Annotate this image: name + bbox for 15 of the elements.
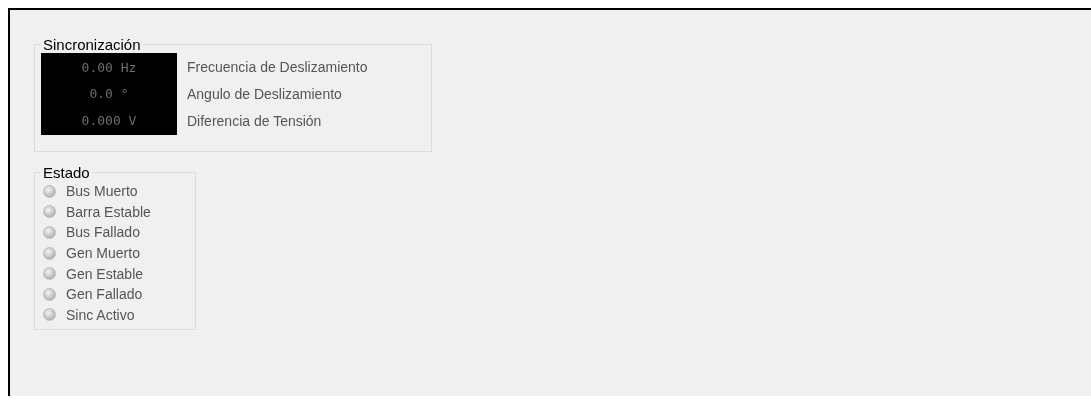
indicator-label: Gen Muerto <box>66 244 140 264</box>
reading-value: 0.00 Hz <box>81 59 137 75</box>
reading-value: 0.0 ° <box>89 86 129 102</box>
indicator-label: Barra Estable <box>66 202 151 222</box>
reading-value: 0.000 V <box>81 113 137 129</box>
reading-label: Diferencia de Tensión <box>187 112 323 132</box>
indicator-label: Bus Fallado <box>66 223 140 243</box>
indicator-label: Gen Estable <box>66 264 144 284</box>
indicator-label: Sinc Activo <box>66 305 135 325</box>
indicator-label: Bus Muerto <box>66 182 138 202</box>
indicator-label: Gen Fallado <box>66 285 143 305</box>
group-title: Estado <box>42 164 91 181</box>
reading-label: Angulo de Deslizamiento <box>187 85 343 104</box>
group-title: Sincronización <box>42 36 142 53</box>
reading-label: Frecuencia de Deslizamiento <box>187 57 368 77</box>
